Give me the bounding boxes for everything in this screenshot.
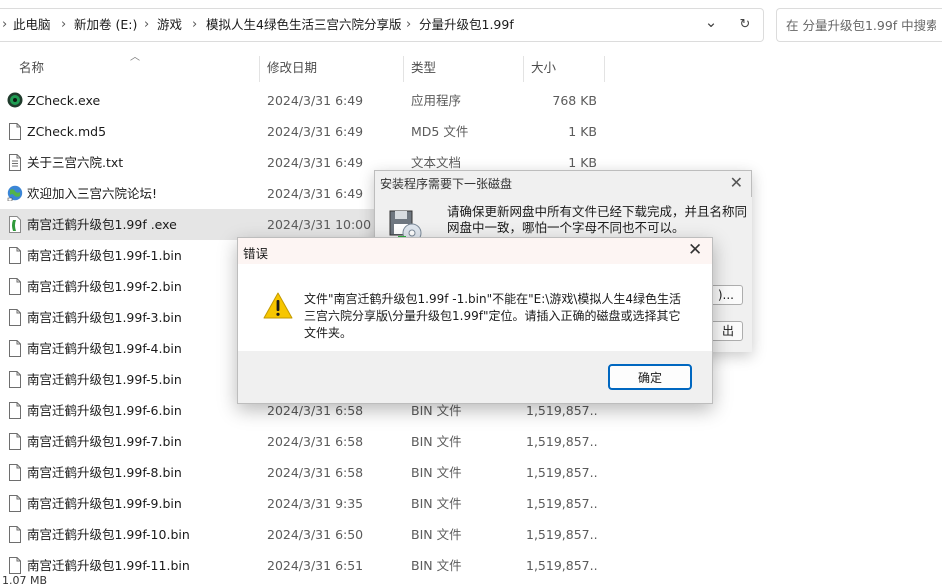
app-disc-icon: [7, 92, 23, 109]
file-size: 768 KB: [552, 93, 597, 108]
column-divider[interactable]: [403, 56, 404, 82]
file-size: 1,519,857...: [526, 496, 597, 511]
file-name: 关于三宫六院.txt: [27, 155, 124, 170]
internet-shortcut-icon: [7, 185, 23, 202]
file-date: 2024/3/31 6:51: [267, 558, 364, 573]
breadcrumb-separator: ›: [2, 17, 8, 32]
file-name: ZCheck.exe: [27, 93, 101, 108]
warning-icon: [263, 292, 293, 319]
disk-dialog-message: 请确保更新网盘中所有文件已经下载完成，并且名称同网盘中一致，哪怕一个字母不同也不…: [447, 204, 748, 235]
file-icon: [7, 371, 23, 388]
file-name: 南宫迁鹤升级包1.99f-6.bin: [27, 403, 182, 418]
file-name: 南宫迁鹤升级包1.99f-11.bin: [27, 558, 190, 573]
file-name: 南宫迁鹤升级包1.99f-7.bin: [27, 434, 182, 449]
file-date: 2024/3/31 6:49: [267, 186, 364, 201]
breadcrumb-games[interactable]: 游戏: [157, 9, 182, 41]
column-divider[interactable]: [259, 56, 260, 82]
file-icon: [7, 402, 23, 419]
file-row[interactable]: 南宫迁鹤升级包1.99f-7.bin 2024/3/31 6:58 BIN 文件 1,…: [0, 426, 942, 457]
file-type: BIN 文件: [411, 465, 462, 480]
file-type: MD5 文件: [411, 124, 469, 139]
file-date: 2024/3/31 6:58: [267, 434, 364, 449]
error-dialog-titlebar[interactable]: 错误 ✕: [238, 238, 712, 264]
file-row[interactable]: ZCheck.exe 2024/3/31 6:49 应用程序 768 KB: [0, 85, 942, 116]
file-size: 1,519,857...: [526, 465, 597, 480]
error-dialog: 错误 ✕ 文件"南宫迁鹤升级包1.99f -1.bin"不能在"E:\游戏\模拟…: [237, 237, 713, 404]
address-bar[interactable]: › 此电脑 › 新加卷 (E:) › 游戏 › 模拟人生4绿色生活三宫六院分享版…: [0, 8, 764, 42]
close-icon[interactable]: ✕: [688, 240, 702, 260]
file-row[interactable]: 南宫迁鹤升级包1.99f-11.bin 2024/3/31 6:51 BIN 文件 1…: [0, 550, 942, 581]
breadcrumb-drive-e[interactable]: 新加卷 (E:): [74, 9, 137, 41]
column-name[interactable]: 名称: [19, 52, 44, 84]
breadcrumb-separator[interactable]: ›: [144, 9, 149, 41]
error-dialog-title: 错误: [243, 246, 269, 261]
file-icon: [7, 340, 23, 357]
file-date: 2024/3/31 6:58: [267, 465, 364, 480]
file-name: 南宫迁鹤升级包1.99f-2.bin: [27, 279, 182, 294]
file-size: 1,519,857...: [526, 434, 597, 449]
file-type: BIN 文件: [411, 527, 462, 542]
file-row[interactable]: ZCheck.md5 2024/3/31 6:49 MD5 文件 1 KB: [0, 116, 942, 147]
file-name: 南宫迁鹤升级包1.99f-10.bin: [27, 527, 190, 542]
file-type: BIN 文件: [411, 558, 462, 573]
file-name: 欢迎加入三宫六院论坛!: [27, 186, 158, 201]
disk-dialog-title: 安装程序需要下一张磁盘: [380, 177, 513, 191]
column-type[interactable]: 类型: [411, 52, 436, 84]
file-size: 1,519,857...: [526, 558, 597, 573]
chevron-down-icon[interactable]: ⌄: [701, 9, 721, 41]
file-name: ZCheck.md5: [27, 124, 107, 139]
error-dialog-message: 文件"南宫迁鹤升级包1.99f -1.bin"不能在"E:\游戏\模拟人生4绿色…: [304, 292, 682, 340]
file-date: 2024/3/31 10:00: [267, 217, 372, 232]
file-name: 南宫迁鹤升级包1.99f-8.bin: [27, 465, 182, 480]
file-name: 南宫迁鹤升级包1.99f .exe: [27, 217, 177, 232]
file-type: BIN 文件: [411, 434, 462, 449]
breadcrumb-separator[interactable]: ›: [406, 9, 411, 41]
file-name: 南宫迁鹤升级包1.99f-3.bin: [27, 310, 182, 325]
error-dialog-footer: 确定: [238, 351, 712, 403]
refresh-icon[interactable]: ↻: [735, 9, 755, 41]
file-size: 1,519,857...: [526, 527, 597, 542]
status-text: 1.07 MB: [2, 574, 48, 587]
search-box[interactable]: [776, 8, 942, 42]
file-icon: [7, 433, 23, 450]
file-date: 2024/3/31 6:49: [267, 93, 364, 108]
file-row[interactable]: 南宫迁鹤升级包1.99f-10.bin 2024/3/31 6:50 BIN 文件 1…: [0, 519, 942, 550]
file-icon: [7, 557, 23, 574]
breadcrumb-sims-folder[interactable]: 模拟人生4绿色生活三宫六院分享版: [206, 9, 401, 41]
file-date: 2024/3/31 9:35: [267, 496, 364, 511]
file-row[interactable]: 南宫迁鹤升级包1.99f-9.bin 2024/3/31 9:35 BIN 文件 1,…: [0, 488, 942, 519]
file-name: 南宫迁鹤升级包1.99f-1.bin: [27, 248, 182, 263]
file-type: 应用程序: [411, 93, 462, 108]
column-header: 名称 修改日期 类型 大小: [0, 52, 942, 84]
column-divider[interactable]: [523, 56, 524, 82]
text-file-icon: [7, 154, 23, 171]
file-name: 南宫迁鹤升级包1.99f-9.bin: [27, 496, 182, 511]
installer-icon: [7, 216, 23, 233]
file-date: 2024/3/31 6:50: [267, 527, 364, 542]
close-icon[interactable]: ✕: [730, 173, 743, 192]
ok-button[interactable]: 确定: [608, 364, 692, 390]
breadcrumb-separator[interactable]: ›: [192, 9, 197, 41]
file-date: 2024/3/31 6:49: [267, 124, 364, 139]
search-input[interactable]: [786, 9, 936, 41]
breadcrumb-current-folder[interactable]: 分量升级包1.99f: [419, 9, 514, 41]
breadcrumb-separator[interactable]: ›: [61, 9, 66, 41]
file-icon: [7, 309, 23, 326]
file-icon: [7, 495, 23, 512]
file-icon: [7, 464, 23, 481]
file-icon: [7, 123, 23, 140]
file-name: 南宫迁鹤升级包1.99f-4.bin: [27, 341, 182, 356]
column-divider[interactable]: [604, 56, 605, 82]
file-row[interactable]: 南宫迁鹤升级包1.99f-8.bin 2024/3/31 6:58 BIN 文件 1,…: [0, 457, 942, 488]
file-date: 2024/3/31 6:49: [267, 155, 364, 170]
file-icon: [7, 278, 23, 295]
file-name: 南宫迁鹤升级包1.99f-5.bin: [27, 372, 182, 387]
file-icon: [7, 247, 23, 264]
column-size[interactable]: 大小: [531, 52, 556, 84]
file-type: BIN 文件: [411, 496, 462, 511]
column-date[interactable]: 修改日期: [267, 52, 317, 84]
breadcrumb-this-pc[interactable]: 此电脑: [13, 9, 51, 41]
file-size: 1 KB: [568, 124, 597, 139]
file-icon: [7, 526, 23, 543]
